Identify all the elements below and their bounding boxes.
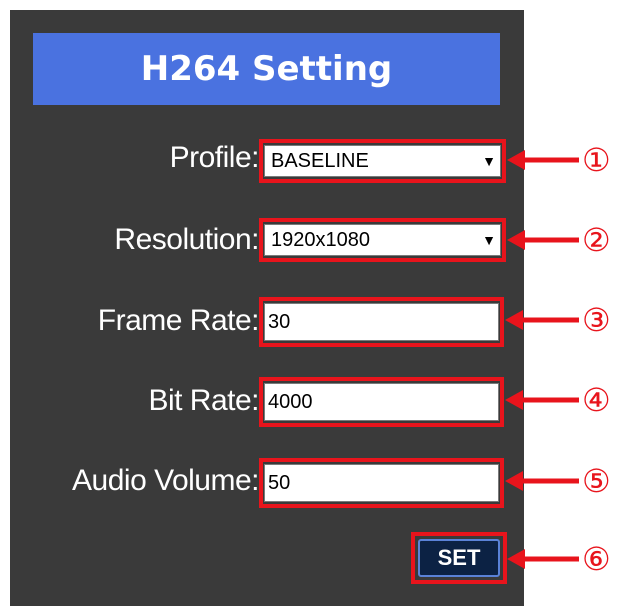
arrow-left-icon: [507, 549, 579, 569]
audio-volume-label: Audio Volume:: [72, 464, 259, 497]
profile-value: BASELINE: [271, 149, 369, 172]
marker-5: ⑤: [582, 462, 611, 500]
resolution-value: 1920x1080: [271, 228, 370, 251]
marker-2: ②: [582, 221, 611, 259]
marker-3: ③: [582, 301, 611, 339]
resolution-label: Resolution:: [114, 223, 259, 256]
bit-rate-label: Bit Rate:: [148, 384, 259, 417]
marker-1: ①: [582, 141, 611, 179]
arrow-left-icon: [505, 390, 579, 410]
bit-rate-input[interactable]: 4000: [264, 383, 499, 421]
marker-4: ④: [582, 381, 611, 419]
chevron-down-icon: ▼: [482, 153, 496, 169]
audio-volume-input[interactable]: 50: [264, 464, 499, 502]
arrow-left-icon: [507, 230, 579, 250]
profile-label: Profile:: [169, 141, 260, 174]
frame-rate-label: Frame Rate:: [97, 304, 260, 337]
arrow-left-icon: [507, 150, 579, 170]
page-title: H264 Setting: [33, 33, 500, 105]
set-button[interactable]: SET: [418, 539, 500, 577]
arrow-left-icon: [505, 471, 579, 491]
chevron-down-icon: ▼: [482, 232, 496, 248]
marker-6: ⑥: [582, 540, 611, 578]
resolution-select[interactable]: 1920x1080 ▼: [264, 224, 501, 256]
profile-select[interactable]: BASELINE ▼: [264, 145, 501, 177]
frame-rate-input[interactable]: 30: [264, 303, 499, 341]
arrow-left-icon: [505, 310, 579, 330]
